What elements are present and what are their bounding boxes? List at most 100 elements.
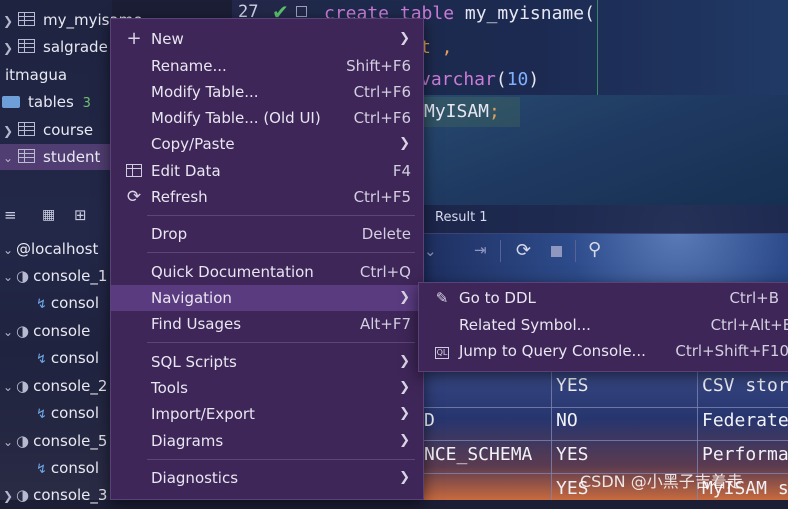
console-item[interactable]: ⌄ ◑ console_1 xyxy=(0,263,108,290)
services-toolbar: ≡ ▦ ⊞ xyxy=(0,205,112,227)
tree-item-student[interactable]: ⌄ student xyxy=(0,144,112,170)
group-icon[interactable]: ▦ xyxy=(42,207,55,223)
datasource-localhost[interactable]: ⌄ @localhost xyxy=(0,236,98,262)
last-page-icon[interactable]: ⇥ xyxy=(474,241,487,259)
table-icon xyxy=(125,158,143,184)
chevron-down-icon[interactable]: ⌄ xyxy=(0,237,16,263)
tab-result-1[interactable]: Result 1 xyxy=(435,210,488,225)
chevron-right-icon: ❯ xyxy=(399,380,410,395)
tree-item-tables-folder[interactable]: tables 3 xyxy=(0,89,91,115)
right-margin-guide xyxy=(597,0,598,95)
console-icon: ◑ xyxy=(16,322,30,340)
console-session-item[interactable]: ↯ consol xyxy=(36,345,99,371)
console-session-item[interactable]: ↯ consol xyxy=(36,400,99,426)
chevron-right-icon: ❯ xyxy=(399,406,410,421)
submenu-item-go-to-ddl[interactable]: ✎ Go to DDL Ctrl+B xyxy=(419,285,788,311)
chevron-right-icon: ❯ xyxy=(399,136,410,151)
console-item[interactable]: ❯ ◑ console_3 xyxy=(0,482,108,509)
console-session-item[interactable]: ↯ consol xyxy=(36,290,99,316)
chevron-down-icon[interactable]: ⌄ xyxy=(0,145,16,171)
grid-cell[interactable]: YES xyxy=(556,444,589,465)
menu-item-diagrams[interactable]: Diagrams ❯ xyxy=(111,428,423,454)
menu-item-quick-documentation[interactable]: Quick Documentation Ctrl+Q xyxy=(111,259,423,285)
console-item[interactable]: ⌄ ◑ console_2 xyxy=(0,373,108,400)
tree-item-salgrade[interactable]: ❯ salgrade xyxy=(0,34,108,60)
grid-cell[interactable]: Federate xyxy=(702,410,788,431)
menu-item-rename[interactable]: Rename... Shift+F6 xyxy=(111,53,423,79)
code-line-3: varchar(10) xyxy=(420,69,540,90)
console-active-icon: ◑ xyxy=(16,432,30,450)
menu-item-drop[interactable]: Drop Delete xyxy=(111,221,423,247)
chevron-right-icon: ❯ xyxy=(399,354,410,369)
menu-item-edit-data[interactable]: Edit Data F4 xyxy=(111,158,423,184)
refresh-icon: ⟳ xyxy=(126,187,142,207)
chevron-down-icon[interactable]: ⌄ xyxy=(0,429,16,455)
console-icon: ◑ xyxy=(16,486,30,504)
menu-item-navigation[interactable]: Navigation ❯ xyxy=(111,285,423,311)
table-icon xyxy=(18,12,35,26)
menu-item-import-export[interactable]: Import/Export ❯ xyxy=(111,401,423,427)
collapse-all-icon[interactable]: ≡ xyxy=(4,206,17,224)
grid-cell[interactable]: Performa xyxy=(702,444,788,465)
code-line-2: t , xyxy=(420,37,453,58)
stop-icon[interactable] xyxy=(551,246,562,257)
sql-icon: ↯ xyxy=(36,352,47,367)
chevron-right-icon[interactable]: ❯ xyxy=(0,8,16,34)
add-service-icon[interactable]: ⊞ xyxy=(74,206,87,224)
console-session-item[interactable]: ↯ consol xyxy=(36,455,99,481)
chevron-right-icon[interactable]: ❯ xyxy=(0,118,16,144)
chevron-down-icon[interactable]: ⌄ xyxy=(0,264,16,290)
toolbar-divider xyxy=(500,240,501,262)
toolbar-divider xyxy=(575,240,576,262)
chevron-down-icon[interactable]: ⌄ xyxy=(0,374,16,400)
sql-icon: ↯ xyxy=(36,297,47,312)
result-toolbar: ⌄ ⇥ ⟳ ⚲ xyxy=(420,238,788,268)
grid-line xyxy=(420,440,788,441)
code-line-4: MyISAM; xyxy=(424,101,500,122)
sql-icon: ↯ xyxy=(36,407,47,422)
table-icon xyxy=(18,39,35,53)
menu-item-modify-table[interactable]: Modify Table... Ctrl+F6 xyxy=(111,79,423,105)
tree-item-course[interactable]: ❯ course xyxy=(0,117,93,143)
grid-cell[interactable]: YES xyxy=(556,375,589,396)
menu-separator xyxy=(147,215,415,216)
context-menu: + New ❯ Rename... Shift+F6 Modify Table.… xyxy=(110,18,424,500)
menu-separator xyxy=(147,342,415,343)
menu-item-copy-paste[interactable]: Copy/Paste ❯ xyxy=(111,131,423,157)
menu-item-tools[interactable]: Tools ❯ xyxy=(111,375,423,401)
menu-item-new[interactable]: + New ❯ xyxy=(111,26,423,52)
menu-item-sql-scripts[interactable]: SQL Scripts ❯ xyxy=(111,349,423,375)
chevron-down-icon[interactable]: ⌄ xyxy=(0,319,16,345)
submenu-item-jump-to-query-console[interactable]: QL Jump to Query Console... Ctrl+Shift+F… xyxy=(419,338,788,364)
pin-icon[interactable]: ⚲ xyxy=(588,239,601,260)
grid-cell[interactable]: CSV stor xyxy=(702,375,788,396)
console-icon: ◑ xyxy=(16,267,30,285)
submenu-item-related-symbol[interactable]: Related Symbol... Ctrl+Alt+B xyxy=(419,312,788,338)
refresh-icon[interactable]: ⟳ xyxy=(516,240,531,261)
grid-cell[interactable]: NCE_SCHEMA xyxy=(424,444,548,465)
menu-item-diagnostics[interactable]: Diagnostics ❯ xyxy=(111,465,423,491)
grid-line xyxy=(551,370,552,500)
folder-icon xyxy=(2,96,20,108)
result-tab-bar: Result 1 xyxy=(420,205,788,234)
console-item[interactable]: ⌄ ◑ console xyxy=(0,318,90,344)
project-tree-panel: ❯ my_myisame ❯ salgrade itmagua tables 3 ❯… xyxy=(0,0,143,504)
chevron-right-icon[interactable]: ❯ xyxy=(0,35,16,61)
menu-separator xyxy=(147,459,415,460)
chevron-right-icon: ❯ xyxy=(399,31,410,46)
console-item[interactable]: ⌄ ◑ console_5 xyxy=(0,428,108,455)
pencil-icon: ✎ xyxy=(435,289,449,307)
chevron-right-icon[interactable]: ❯ xyxy=(0,483,16,509)
grid-line xyxy=(420,407,788,408)
table-icon xyxy=(18,122,35,136)
query-console-icon: QL xyxy=(434,347,450,359)
menu-item-find-usages[interactable]: Find Usages Alt+F7 xyxy=(111,311,423,337)
grid-cell[interactable]: D xyxy=(424,410,548,431)
grid-cell[interactable]: NO xyxy=(556,410,578,431)
chevron-right-icon: ❯ xyxy=(399,433,410,448)
menu-item-modify-table-old-ui[interactable]: Modify Table... (Old UI) Ctrl+F6 xyxy=(111,105,423,131)
chevron-down-icon[interactable]: ⌄ xyxy=(424,242,437,260)
menu-item-refresh[interactable]: ⟳ Refresh Ctrl+F5 xyxy=(111,184,423,210)
tree-item-itmagua[interactable]: itmagua xyxy=(5,62,67,88)
fold-icon[interactable] xyxy=(296,6,307,17)
